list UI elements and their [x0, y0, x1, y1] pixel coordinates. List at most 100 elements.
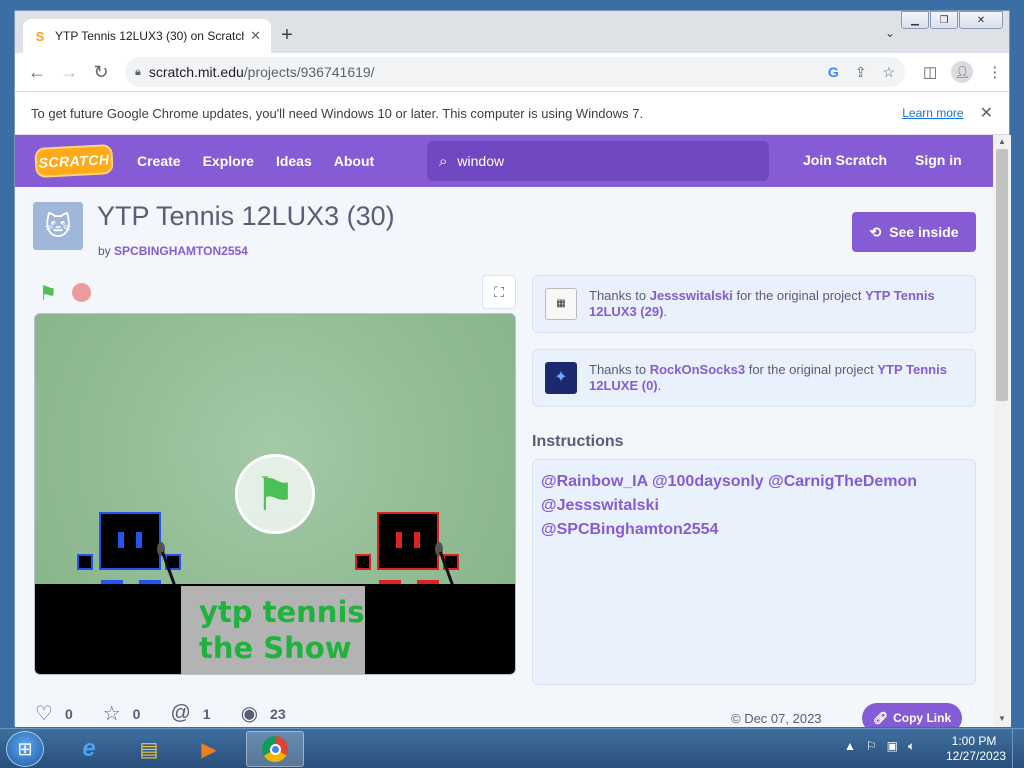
remix-arrows-icon: ⟲: [869, 223, 882, 240]
tab-search-icon[interactable]: ⌄: [885, 26, 895, 40]
remix-middle: for the original project: [748, 362, 874, 377]
page-viewport: SCRATCH Create Explore Ideas About ⌕ Joi…: [15, 135, 993, 727]
remix-user-link[interactable]: Jessswitalski: [650, 288, 733, 303]
nav-about[interactable]: About: [334, 153, 374, 169]
google-translate-icon[interactable]: G: [828, 64, 839, 80]
show-desktop-button[interactable]: [1012, 729, 1024, 768]
forward-arrow-icon[interactable]: →: [53, 56, 85, 88]
green-flag-icon[interactable]: ⚑: [39, 281, 61, 305]
chrome-taskbar-icon[interactable]: [246, 731, 304, 767]
tab-title: YTP Tennis 12LUX3 (30) on Scratch: [55, 29, 245, 43]
clock-date: 12/27/2023: [946, 749, 1007, 763]
side-panel-icon[interactable]: ◫: [923, 63, 937, 81]
stop-icon[interactable]: [72, 283, 91, 302]
search-box[interactable]: ⌕: [427, 141, 769, 181]
browser-window: S YTP Tennis 12LUX3 (30) on Scratch ✕ + …: [14, 10, 1011, 727]
remix-stat: @1: [170, 702, 210, 725]
star-icon: ☆: [102, 703, 121, 725]
remix-project-thumbnail[interactable]: ▦: [545, 288, 577, 320]
copy-link-button[interactable]: 🔗︎ Copy Link: [862, 703, 962, 727]
minimize-icon[interactable]: ▁: [901, 11, 929, 29]
infobar-close-icon[interactable]: ✕: [980, 103, 993, 123]
update-infobar: To get future Google Chrome updates, you…: [15, 91, 1009, 135]
learn-more-link[interactable]: Learn more: [902, 106, 963, 120]
instructions-heading: Instructions: [532, 433, 624, 450]
remix-spiral-icon: @: [170, 702, 191, 724]
scroll-up-icon[interactable]: ▲: [998, 137, 1006, 146]
remix-suffix: .: [657, 378, 662, 393]
sign-in-link[interactable]: Sign in: [915, 152, 962, 168]
nav-create[interactable]: Create: [137, 153, 181, 169]
system-clock[interactable]: 1:00 PM 12/27/2023: [946, 734, 1007, 764]
profile-avatar-icon[interactable]: 👤︎: [951, 61, 974, 83]
favorite-stat[interactable]: ☆ 0: [103, 701, 141, 726]
windows-start-icon[interactable]: ⊞: [6, 731, 44, 767]
internet-explorer-icon[interactable]: e: [62, 731, 116, 767]
address-bar[interactable]: 🔒︎ scratch.mit.edu /projects/936741619/ …: [125, 57, 905, 87]
infobar-message: To get future Google Chrome updates, you…: [31, 105, 644, 121]
window-controls: ▁ ❐ ✕: [900, 11, 1003, 29]
remix-prefix: Thanks to: [589, 362, 647, 377]
network-icon[interactable]: ▣: [887, 739, 898, 754]
file-explorer-icon[interactable]: ▤: [122, 731, 176, 767]
maximize-icon[interactable]: ❐: [930, 11, 958, 29]
project-stage[interactable]: ytp tennis the Show ⚑: [34, 313, 516, 675]
stage-sign-line: ytp tennis: [199, 595, 365, 629]
bookmark-star-icon[interactable]: ☆: [882, 64, 895, 81]
author-avatar[interactable]: 🐱︎: [33, 202, 83, 250]
fullscreen-icon[interactable]: ⛶: [482, 275, 516, 309]
love-count: 0: [64, 705, 73, 722]
scratch-navbar: SCRATCH Create Explore Ideas About ⌕ Joi…: [15, 135, 993, 187]
browser-toolbar: ← → ↻ 🔒︎ scratch.mit.edu /projects/93674…: [15, 53, 1009, 91]
menu-kebab-icon[interactable]: ⋮: [987, 63, 1002, 81]
tab-close-icon[interactable]: ✕: [250, 28, 261, 44]
favorite-count: 0: [132, 705, 141, 722]
share-date: © Dec 07, 2023: [731, 711, 822, 726]
see-inside-button[interactable]: ⟲ See inside: [852, 212, 976, 252]
instructions-line: @SPCBinghamton2554: [541, 521, 719, 538]
project-stats: ♡ 0 ☆ 0 @1 ◉ 23: [35, 701, 316, 726]
scratch-favicon-icon: S: [35, 28, 45, 44]
tab-active[interactable]: S YTP Tennis 12LUX3 (30) on Scratch ✕: [23, 19, 271, 53]
stage-sign-line: the Show: [199, 631, 352, 665]
author-link[interactable]: SPCBINGHAMTON2554: [114, 244, 248, 258]
by-label: by: [98, 244, 111, 258]
project-byline: by SPCBINGHAMTON2554: [98, 244, 248, 258]
reload-icon[interactable]: ↻: [85, 56, 117, 88]
eye-icon: ◉: [240, 703, 259, 725]
volume-icon[interactable]: 🔈︎: [908, 739, 915, 754]
lock-icon[interactable]: 🔒︎: [135, 66, 141, 79]
stage-green-flag-icon[interactable]: ⚑: [235, 454, 315, 534]
share-icon[interactable]: ⇪: [855, 64, 867, 81]
nav-ideas[interactable]: Ideas: [276, 153, 312, 169]
red-character-hand: [355, 554, 371, 570]
remix-user-link[interactable]: RockOnSocks3: [650, 362, 745, 377]
search-input[interactable]: [457, 153, 738, 169]
taskbar: ⊞ e ▤ ▶ ▲ ⚐ ▣ 🔈︎ 1:00 PM 12/27/2023: [0, 728, 1024, 768]
scroll-down-icon[interactable]: ▼: [998, 714, 1006, 723]
stage-sign: ytp tennis the Show: [181, 586, 365, 674]
love-stat[interactable]: ♡ 0: [35, 701, 73, 726]
new-tab-button[interactable]: +: [275, 24, 299, 48]
clock-time: 1:00 PM: [951, 734, 997, 748]
search-icon: ⌕: [439, 152, 448, 170]
blue-character: [99, 512, 161, 570]
red-character: [377, 512, 439, 570]
copy-link-label: Copy Link: [893, 711, 952, 725]
remix-credit-card: ✦ Thanks to RockOnSocks3 for the origina…: [532, 349, 976, 407]
join-scratch-link[interactable]: Join Scratch: [803, 152, 887, 168]
action-center-icon[interactable]: ⚐: [866, 739, 877, 754]
media-player-icon[interactable]: ▶: [182, 731, 236, 767]
window-close-icon[interactable]: ✕: [959, 11, 1003, 29]
back-arrow-icon[interactable]: ←: [21, 56, 53, 88]
scratch-logo[interactable]: SCRATCH: [34, 143, 114, 179]
nav-explore[interactable]: Explore: [203, 153, 254, 169]
scroll-thumb[interactable]: [996, 149, 1008, 401]
remix-project-thumbnail[interactable]: ✦: [545, 362, 577, 394]
remix-credit-card: ▦ Thanks to Jessswitalski for the origin…: [532, 275, 976, 333]
page-scrollbar[interactable]: ▲ ▼: [993, 135, 1011, 727]
stage-sign-text: ytp tennis the Show: [199, 594, 365, 666]
view-count: 23: [270, 705, 286, 722]
tray-expand-icon[interactable]: ▲: [844, 739, 856, 754]
url-path: /projects/936741619/: [243, 64, 375, 80]
